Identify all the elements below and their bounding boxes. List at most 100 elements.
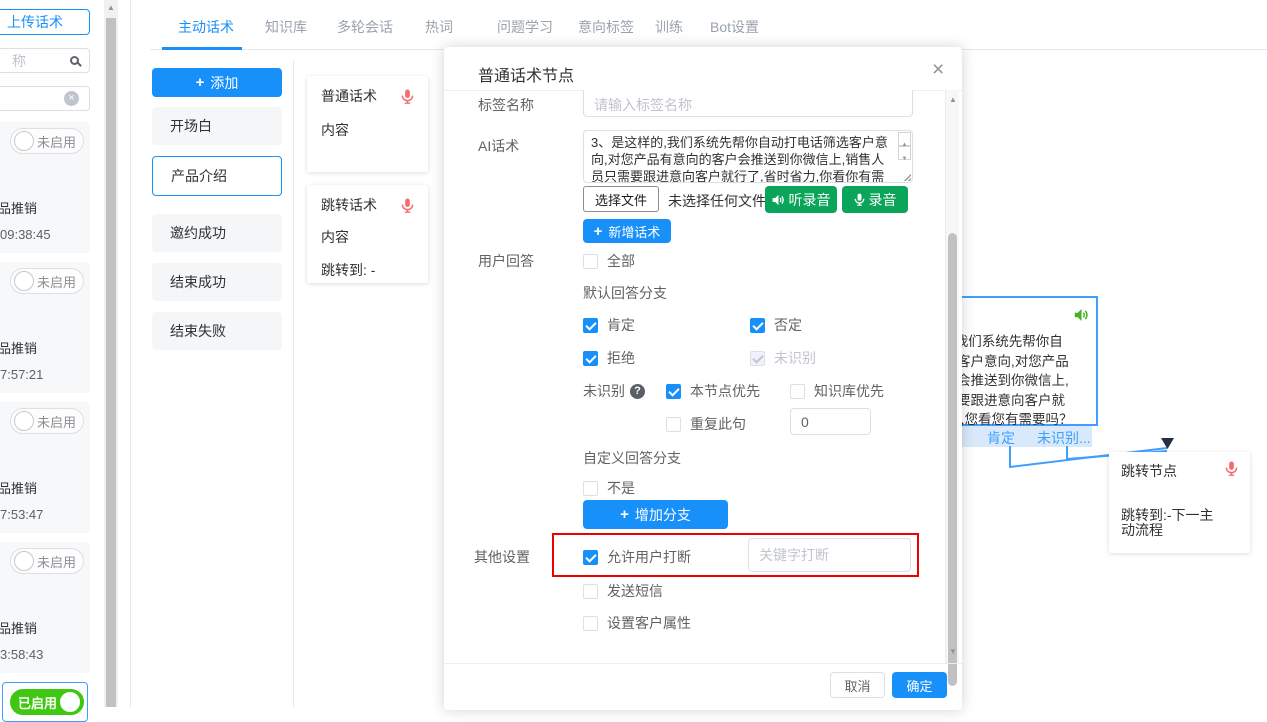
tab-intent-tags[interactable]: 意向标签 xyxy=(578,17,634,37)
repeat-count-input[interactable]: 0 xyxy=(790,408,871,435)
flow-item-invite-success[interactable]: 邀约成功 xyxy=(152,214,282,252)
confirm-button[interactable]: 确定 xyxy=(892,672,947,698)
scroll-down-icon[interactable]: ▼ xyxy=(949,648,957,656)
checkbox-box[interactable] xyxy=(583,351,598,366)
close-icon[interactable]: × xyxy=(932,58,944,82)
node-list-column: 普通话术 内容 跳转话术 内容 跳转到: - xyxy=(294,60,440,707)
tab-bot-settings[interactable]: Bot设置 xyxy=(710,17,759,37)
script-card[interactable]: 未启用 品推销 7:57:21 xyxy=(0,262,90,393)
mic-icon xyxy=(401,198,414,213)
node-card-line: 内容 xyxy=(321,227,414,247)
enable-toggle[interactable]: 未启用 xyxy=(10,128,84,154)
scroll-up-icon[interactable]: ▲ xyxy=(949,96,957,104)
node-card-line: 内容 xyxy=(321,120,414,140)
app-root: { "colors": { "primary": "#1890fa", "nod… xyxy=(0,0,1267,707)
modal-scroll-thumb[interactable] xyxy=(948,233,957,686)
search-placeholder: 称 xyxy=(12,51,26,71)
checkbox-repeat[interactable]: 重复此句 xyxy=(666,414,746,434)
node-edit-modal: 普通话术节点 × 标签名称 请输入标签名称 AI话术 3、是这样的,我们系统先帮… xyxy=(444,47,962,710)
enable-toggle[interactable]: 未启用 xyxy=(10,268,84,294)
checkbox-box[interactable] xyxy=(666,384,681,399)
flow-item-end-fail[interactable]: 结束失败 xyxy=(152,312,282,350)
jump-node-title: 跳转节点 xyxy=(1121,461,1177,481)
tab-training[interactable]: 训练 xyxy=(655,17,683,37)
modal-body: 标签名称 请输入标签名称 AI话术 3、是这样的,我们系统先帮你自动打电话筛选客… xyxy=(444,90,945,660)
checkbox-label: 全部 xyxy=(607,251,635,271)
ai-script-text: 3、是这样的,我们系统先帮你自动打电话筛选客户意向,对您产品有意向的客户会推送到… xyxy=(584,131,912,183)
jump-node[interactable]: 跳转节点 跳转到:-下一主动流程 xyxy=(1109,452,1250,553)
record-button[interactable]: 录音 xyxy=(842,186,908,213)
checkbox-refuse[interactable]: 拒绝 xyxy=(583,348,635,368)
checkbox-box[interactable] xyxy=(750,318,765,333)
ai-script-textarea[interactable]: 3、是这样的,我们系统先帮你自动打电话筛选客户意向,对您产品有意向的客户会推送到… xyxy=(583,130,913,183)
flow-item-opening[interactable]: 开场白 xyxy=(152,107,282,145)
help-icon[interactable]: ? xyxy=(630,384,645,399)
tab-multi-turn[interactable]: 多轮会话 xyxy=(337,17,393,37)
checkbox-send-sms[interactable]: 发送短信 xyxy=(583,581,663,601)
script-card[interactable]: 未启用 品推销 7:53:47 xyxy=(0,402,90,533)
checkbox-box[interactable] xyxy=(583,254,598,269)
checkbox-box[interactable] xyxy=(583,481,598,496)
confirm-label: 确定 xyxy=(906,676,932,695)
script-card[interactable]: 未启用 品推销 09:38:45 xyxy=(0,122,90,253)
choose-file-button[interactable]: 选择文件 xyxy=(583,186,659,212)
add-flow-button[interactable]: +添加 xyxy=(152,68,282,97)
checkbox-all[interactable]: 全部 xyxy=(583,251,635,271)
tab-active-script[interactable]: 主动话术 xyxy=(178,17,234,37)
filter-input[interactable]: × xyxy=(0,86,90,111)
enable-toggle[interactable]: 未启用 xyxy=(10,408,84,434)
script-card-title: 品推销 xyxy=(0,478,37,497)
listen-recording-button[interactable]: 听录音 xyxy=(765,186,837,213)
script-card-selected[interactable]: 已启用 xyxy=(2,682,88,722)
cancel-button[interactable]: 取消 xyxy=(830,672,885,698)
enable-toggle-on[interactable]: 已启用 xyxy=(10,689,84,715)
node-card-jump[interactable]: 跳转话术 内容 跳转到: - xyxy=(307,185,428,283)
unrecognized-label-row: 未识别 ? xyxy=(583,381,645,401)
custom-branch-title: 自定义回答分支 xyxy=(583,448,681,468)
add-script-button[interactable]: + 新增话术 xyxy=(583,219,671,243)
checkbox-not[interactable]: 不是 xyxy=(583,478,635,498)
checkbox-label: 设置客户属性 xyxy=(607,613,691,633)
sidebar-scroll-thumb[interactable] xyxy=(106,18,116,707)
default-branch-title: 默认回答分支 xyxy=(583,283,667,303)
tab-hot-words[interactable]: 热词 xyxy=(425,17,453,37)
modal-scrollbar[interactable]: ▲ ▼ xyxy=(945,90,959,663)
flow-item-product-intro[interactable]: 产品介绍 xyxy=(152,156,282,196)
speaker-icon[interactable] xyxy=(1074,308,1089,322)
scroll-up-icon[interactable]: ▲ xyxy=(107,4,115,12)
checkbox-deny[interactable]: 否定 xyxy=(750,315,802,335)
add-branch-button[interactable]: +增加分支 xyxy=(583,500,728,529)
script-card[interactable]: 未启用 品推销 3:58:43 xyxy=(0,542,90,673)
checkbox-box[interactable] xyxy=(666,417,681,432)
search-icon[interactable] xyxy=(70,56,79,65)
checkbox-label: 否定 xyxy=(774,315,802,335)
plus-icon: + xyxy=(594,224,603,239)
tab-question-learning[interactable]: 问题学习 xyxy=(497,17,553,37)
checkbox-label: 知识库优先 xyxy=(814,381,884,401)
tag-name-input[interactable]: 请输入标签名称 xyxy=(583,90,913,117)
tab-knowledge-base[interactable]: 知识库 xyxy=(265,17,307,37)
checkbox-box[interactable] xyxy=(583,616,598,631)
checkbox-kb-first[interactable]: 知识库优先 xyxy=(790,381,884,401)
toggle-label: 未启用 xyxy=(37,552,76,571)
script-search-input[interactable]: 称 xyxy=(0,48,90,73)
flow-item-end-success[interactable]: 结束成功 xyxy=(152,263,282,301)
checkbox-box[interactable] xyxy=(583,584,598,599)
upload-script-button[interactable]: 上传话术 xyxy=(0,9,90,35)
checkbox-set-customer-attr[interactable]: 设置客户属性 xyxy=(583,613,691,633)
clear-icon[interactable]: × xyxy=(64,91,79,106)
node-card-normal[interactable]: 普通话术 内容 xyxy=(307,76,428,172)
checkbox-node-first[interactable]: 本节点优先 xyxy=(666,381,760,401)
add-script-label: 新增话术 xyxy=(608,222,660,241)
checkbox-affirm[interactable]: 肯定 xyxy=(583,315,635,335)
checkbox-unrecognized-disabled: 未识别 xyxy=(750,348,816,368)
checkbox-box[interactable] xyxy=(790,384,805,399)
add-flow-label: 添加 xyxy=(210,73,238,93)
enable-toggle[interactable]: 未启用 xyxy=(10,548,84,574)
file-status-text: 未选择任何文件 xyxy=(668,191,766,211)
textarea-scroll-up[interactable]: ▲ xyxy=(898,132,911,146)
checkbox-label: 发送短信 xyxy=(607,581,663,601)
sidebar-scrollbar[interactable]: ▲ xyxy=(104,0,118,707)
checkbox-box[interactable] xyxy=(583,318,598,333)
textarea-scroll-down[interactable]: ▼ xyxy=(898,146,911,160)
